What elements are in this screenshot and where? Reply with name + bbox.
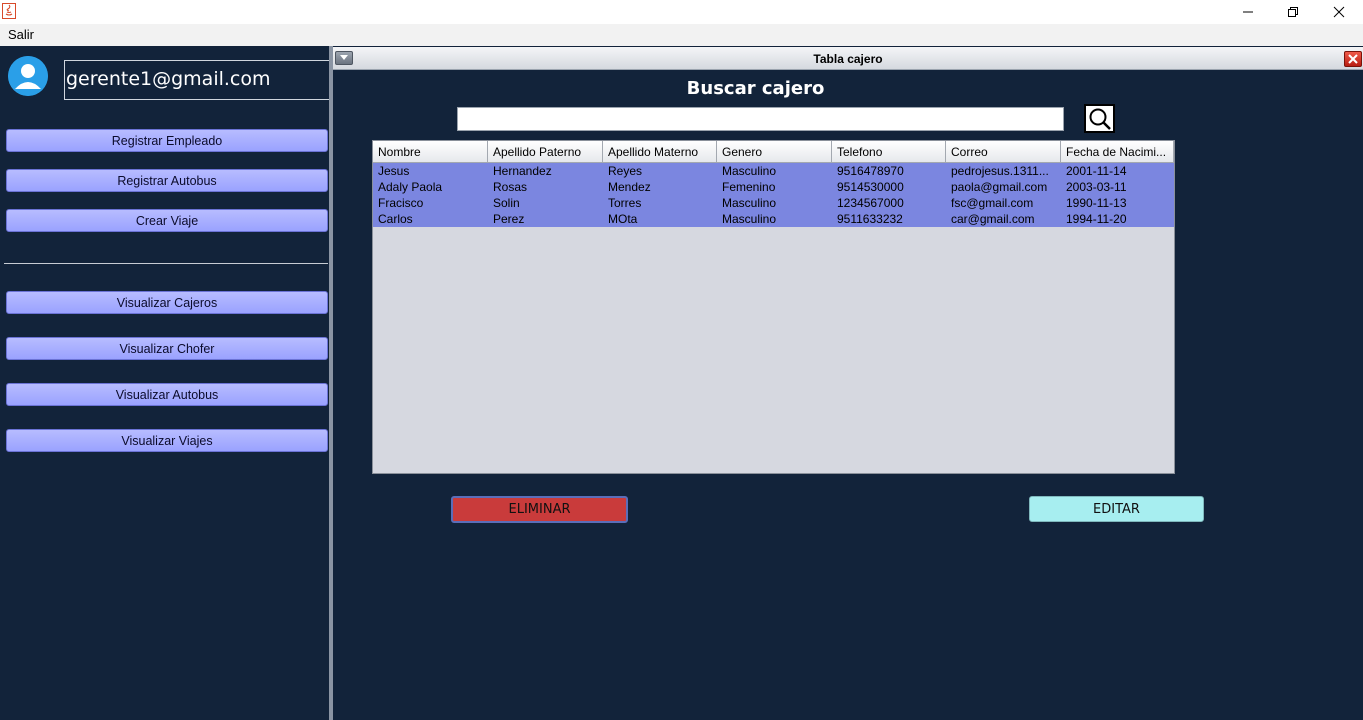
table-body: Jesus Hernandez Reyes Masculino 95164789… [373,163,1174,227]
main-area: gerente1@gmail.com Registrar Empleado Re… [0,46,1363,720]
table-cell: Adaly Paola [378,180,443,194]
edit-button[interactable]: EDITAR [1029,496,1204,522]
table-cell: MOta [608,212,638,226]
table-cell: 1994-11-20 [1066,212,1127,226]
table-cell: 9516478970 [837,164,904,178]
table-row[interactable]: Fracisco Solin Torres Masculino 12345670… [373,195,1174,211]
column-header[interactable]: Nombre [373,141,488,163]
window-title-bar [0,0,1363,24]
frame-title: Tabla cajero [813,52,883,66]
user-icon [8,56,48,96]
close-icon [1333,6,1345,18]
user-email: gerente1@gmail.com [66,68,271,90]
table-row[interactable]: Carlos Perez MOta Masculino 9511633232 c… [373,211,1174,227]
search-icon [1089,108,1111,130]
table-cell: 9511633232 [837,212,903,226]
table-row[interactable]: Adaly Paola Rosas Mendez Femenino 951453… [373,179,1174,195]
user-email-box: gerente1@gmail.com [64,60,330,100]
visualizar-autobus-button[interactable]: Visualizar Autobus [6,383,328,406]
table-cell: 1990-11-13 [1066,196,1127,210]
table-header: Nombre Apellido Paterno Apellido Materno… [373,141,1174,163]
delete-button[interactable]: ELIMINAR [451,496,628,523]
column-header[interactable]: Telefono [832,141,946,163]
table-cell: Carlos [378,212,413,226]
table-row[interactable]: Jesus Hernandez Reyes Masculino 95164789… [373,163,1174,179]
column-header[interactable]: Correo [946,141,1061,163]
minimize-button[interactable] [1225,0,1271,24]
table-cell: car@gmail.com [951,212,1035,226]
table-cell: 9514530000 [837,180,904,194]
registrar-autobus-button[interactable]: Registrar Autobus [6,169,328,192]
visualizar-viajes-button[interactable]: Visualizar Viajes [6,429,328,452]
table-cell: Femenino [722,180,776,194]
table-cell: Reyes [608,164,643,178]
restore-button[interactable] [1270,0,1316,24]
java-app-icon [2,3,16,19]
column-header[interactable]: Apellido Materno [603,141,717,163]
sidebar-divider [4,263,328,264]
table-cell: Masculino [722,212,777,226]
visualizar-cajeros-button[interactable]: Visualizar Cajeros [6,291,328,314]
table-cell: Torres [608,196,642,210]
table-cell: Hernandez [493,164,552,178]
table-cell: Fracisco [378,196,424,210]
menu-bar: Salir [0,24,1363,46]
table-cell: pedrojesus.1311... [951,164,1049,178]
menu-salir[interactable]: Salir [8,27,34,42]
frame-close-button[interactable] [1344,51,1362,67]
table-cell: Perez [493,212,525,226]
tabla-cajero-frame: Tabla cajero Buscar cajero Nombre Apelli… [329,46,1363,720]
crear-viaje-button[interactable]: Crear Viaje [6,209,328,232]
avatar [8,56,48,96]
column-header[interactable]: Apellido Paterno [488,141,603,163]
table-cell: fsc@gmail.com [951,196,1034,210]
table-cell: 2003-03-11 [1066,180,1127,194]
column-header[interactable]: Genero [717,141,832,163]
visualizar-chofer-button[interactable]: Visualizar Chofer [6,337,328,360]
close-icon [1348,54,1358,64]
table-cell: Masculino [722,196,777,210]
table-cell: Masculino [722,164,777,178]
cajero-table[interactable]: Nombre Apellido Paterno Apellido Materno… [372,140,1175,474]
restore-icon [1288,7,1298,17]
table-cell: Rosas [493,180,528,194]
column-header[interactable]: Fecha de Nacimi... [1061,141,1174,163]
table-cell: Mendez [608,180,651,194]
registrar-empleado-button[interactable]: Registrar Empleado [6,129,328,152]
frame-title-bar[interactable]: Tabla cajero [333,47,1363,70]
table-cell: Jesus [378,164,410,178]
search-input[interactable] [457,107,1064,131]
table-cell: Solin [493,196,520,210]
table-cell: 1234567000 [837,196,904,210]
page-title: Buscar cajero [686,78,825,99]
table-cell: paola@gmail.com [951,180,1048,194]
minimize-icon [1243,11,1253,13]
close-button[interactable] [1316,0,1362,24]
search-button[interactable] [1084,104,1115,133]
table-cell: 2001-11-14 [1066,164,1127,178]
